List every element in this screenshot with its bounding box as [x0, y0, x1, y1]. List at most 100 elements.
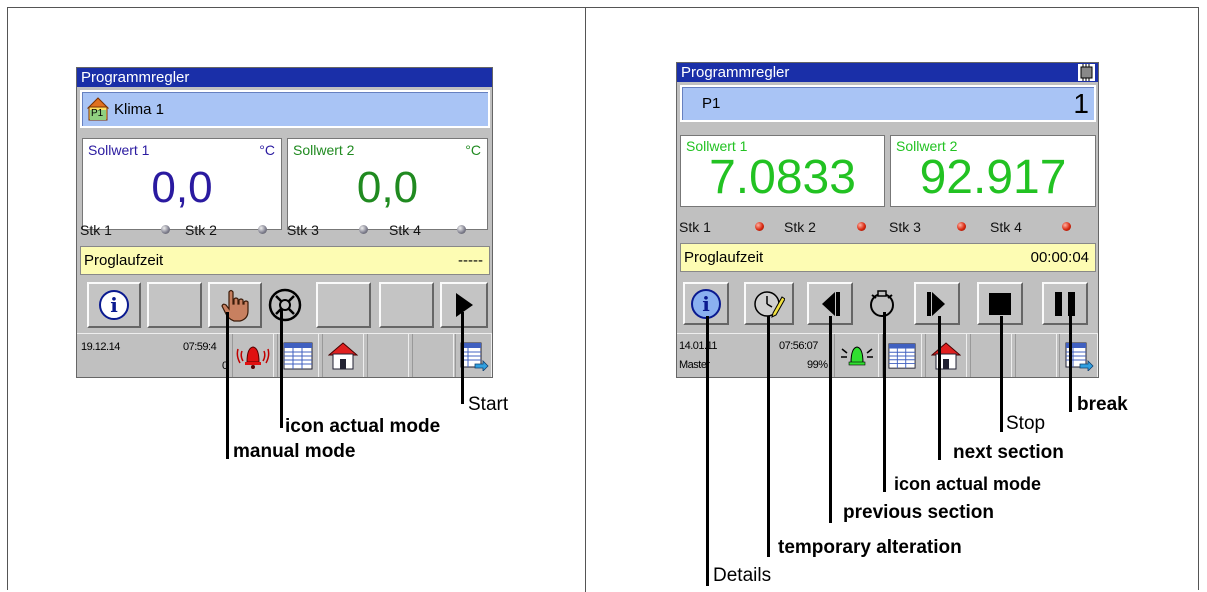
panel-divider: [585, 7, 586, 592]
pause-icon: [1055, 291, 1075, 316]
right-stk-3-led: [957, 222, 966, 231]
hand-icon: [221, 289, 249, 322]
empty-button-3[interactable]: [379, 282, 434, 328]
callout-manual-mode: manual mode: [233, 441, 356, 462]
right-status-percent: 99%: [807, 359, 828, 371]
stk-2-label: Stk 2: [185, 222, 217, 238]
callout-details: Details: [713, 565, 772, 586]
callout-icon-actual-mode-left: icon actual mode: [285, 416, 441, 437]
details-leader: [706, 316, 709, 586]
right-alarm-cell[interactable]: [834, 334, 879, 377]
right-program-bar[interactable]: P1 1: [680, 85, 1096, 122]
left-setpoint-1[interactable]: Sollwert 1 °C 0,0: [82, 138, 282, 230]
proglaufzeit-value: -----: [458, 252, 483, 269]
stop-icon: [989, 292, 1011, 315]
right-stk-3-label: Stk 3: [889, 219, 921, 235]
alarm-bell-icon: [236, 345, 270, 369]
stk-1-led: [161, 225, 170, 234]
proglaufzeit-label: Proglaufzeit: [84, 252, 164, 269]
right-setpoint-2[interactable]: Sollwert 2 92.917: [890, 135, 1096, 207]
previous-section-leader: [829, 316, 832, 523]
empty-button-1[interactable]: [147, 282, 202, 328]
alarm-cell[interactable]: [232, 334, 274, 377]
next-icon: [927, 291, 945, 316]
right-export-icon: [1065, 342, 1094, 371]
right-proglaufzeit-bar: Proglaufzeit 00:00:04: [680, 243, 1096, 272]
actual-mode-icon: [267, 287, 303, 323]
left-title: Programmregler: [77, 68, 492, 87]
actual-mode-leader: [280, 310, 283, 428]
break-leader: [1069, 316, 1072, 412]
left-program-name: Klima 1: [114, 101, 165, 118]
right-stk-2-label: Stk 2: [784, 219, 816, 235]
right-program-name: P1: [702, 95, 721, 112]
left-proglaufzeit-bar: Proglaufzeit -----: [80, 246, 490, 275]
right-stk-4-label: Stk 4: [990, 219, 1022, 235]
left-status-bar: 19.12.14 07:59:4 0: [77, 333, 492, 377]
right-proglaufzeit-value: 00:00:04: [1030, 249, 1089, 266]
info-icon: i: [99, 290, 129, 320]
cpu-icon: [1078, 64, 1095, 81]
next-section-leader: [938, 316, 941, 460]
right-stk-1-led: [755, 222, 764, 231]
right-status-time: 07:56:07: [779, 340, 818, 352]
status-empty-2[interactable]: [412, 334, 454, 377]
callout-start: Start: [468, 394, 509, 415]
details-info-icon: i: [691, 288, 721, 319]
break-button[interactable]: [1042, 282, 1088, 325]
right-setpoint-1-value: 7.0833: [709, 151, 856, 204]
right-export-cell[interactable]: [1059, 334, 1098, 377]
callout-temporary-alteration: temporary alteration: [778, 537, 962, 558]
next-section-button[interactable]: [914, 282, 960, 325]
temporary-alteration-leader: [767, 316, 770, 557]
right-proglaufzeit-label: Proglaufzeit: [684, 249, 764, 266]
right-setpoint-2-value: 92.917: [919, 151, 1067, 204]
right-status-date: 14.01.11: [679, 340, 718, 352]
manual-mode-button[interactable]: [208, 282, 262, 328]
right-home-cell[interactable]: [925, 334, 967, 377]
right-status-bar: 14.01.11 Master 07:56:07 99%: [677, 333, 1098, 377]
program-badge: P1: [91, 108, 104, 119]
right-setpoint-1[interactable]: Sollwert 1 7.0833: [680, 135, 885, 207]
right-actual-mode-icon: [867, 288, 897, 320]
left-program-bar[interactable]: P1 Klima 1: [80, 90, 490, 128]
right-stk-1-label: Stk 1: [679, 219, 711, 235]
right-title: Programmregler: [677, 63, 1098, 82]
stk-2-led: [258, 225, 267, 234]
left-setpoint-2[interactable]: Sollwert 2 °C 0,0: [287, 138, 488, 230]
setpoint-1-value: 0,0: [151, 163, 213, 212]
callout-next-section: next section: [953, 442, 1064, 463]
status-time: 07:59:4: [183, 341, 217, 353]
callout-break: break: [1077, 394, 1128, 415]
table-cell[interactable]: [277, 334, 319, 377]
setpoint-1-unit: °C: [259, 142, 275, 158]
setpoint-2-unit: °C: [465, 142, 481, 158]
right-table-cell[interactable]: [882, 334, 922, 377]
start-button[interactable]: [440, 282, 488, 328]
stk-4-label: Stk 4: [389, 222, 421, 238]
right-status-empty-1[interactable]: [970, 334, 1012, 377]
right-status-empty-2[interactable]: [1015, 334, 1057, 377]
table-icon: [283, 342, 313, 369]
stk-4-led: [457, 225, 466, 234]
right-table-icon: [888, 342, 916, 369]
manual-mode-leader: [226, 312, 229, 459]
callout-icon-actual-mode-right: icon actual mode: [894, 474, 1042, 494]
setpoint-1-label: Sollwert 1: [88, 142, 150, 158]
start-leader: [461, 312, 464, 404]
callout-stop: Stop: [1006, 413, 1046, 434]
status-empty-1[interactable]: [367, 334, 409, 377]
stk-3-led: [359, 225, 368, 234]
info-button[interactable]: i: [87, 282, 141, 328]
home-icon: [328, 341, 358, 369]
home-cell[interactable]: [322, 334, 364, 377]
stop-leader: [1000, 316, 1003, 432]
status-date: 19.12.14: [81, 341, 120, 353]
previous-icon: [822, 291, 840, 316]
right-screen: Programmregler P1 1 Sollwert 1 7.0833 So…: [676, 62, 1099, 378]
right-stk-4-led: [1062, 222, 1071, 231]
green-bell-icon: [840, 345, 873, 365]
empty-button-2[interactable]: [316, 282, 371, 328]
program-number: 1: [1073, 88, 1089, 119]
icon-actual-mode-leader-right: [883, 312, 886, 492]
